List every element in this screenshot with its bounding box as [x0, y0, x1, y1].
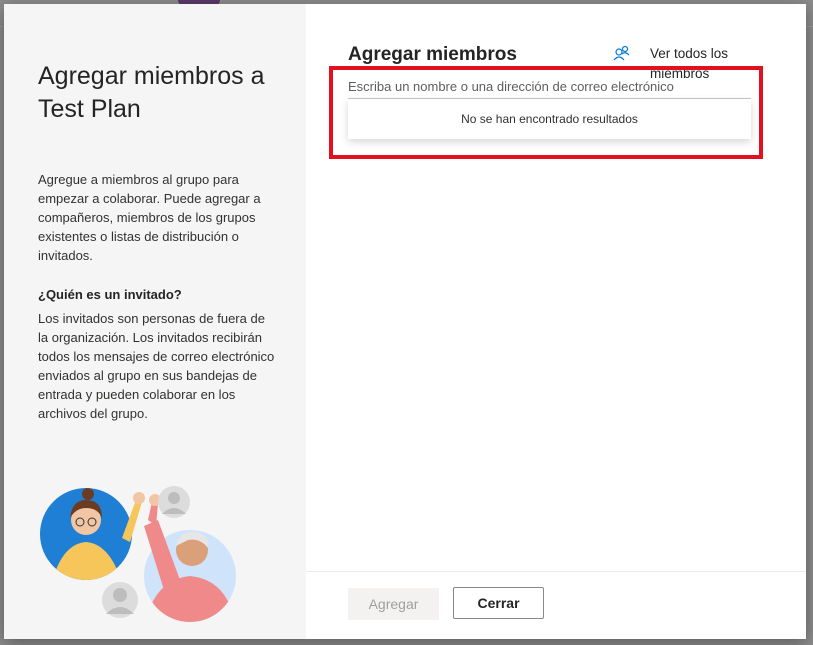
member-search-input[interactable]: [348, 77, 751, 99]
add-members-dialog: Agregar miembros a Test Plan Agregue a m…: [4, 4, 806, 639]
dialog-description: Agregue a miembros al grupo para empezar…: [38, 172, 261, 263]
members-panel-title: Agregar miembros: [348, 44, 517, 65]
dialog-title: Agregar miembros a Test Plan: [38, 62, 265, 123]
view-all-members-label: Ver todos los miembros: [650, 46, 729, 78]
add-button[interactable]: Agregar: [348, 588, 439, 620]
info-panel: Agregar miembros a Test Plan Agregue a m…: [4, 4, 306, 639]
people-collaboration-illustration: [40, 486, 236, 622]
members-panel: Agregar miembros Ver todos los miembros …: [306, 4, 806, 639]
search-results-dropdown: No se han encontrado resultados: [348, 99, 751, 139]
guest-heading: ¿Quién es un invitado?: [38, 287, 182, 302]
no-results-message: No se han encontrado resultados: [461, 112, 638, 126]
people-icon: [613, 45, 630, 61]
guest-description: Los invitados son personas de fuera de l…: [38, 311, 275, 421]
close-button[interactable]: Cerrar: [453, 587, 544, 619]
view-all-members-link[interactable]: Ver todos los miembros: [612, 44, 746, 78]
dialog-footer: Agregar Cerrar: [306, 571, 806, 639]
